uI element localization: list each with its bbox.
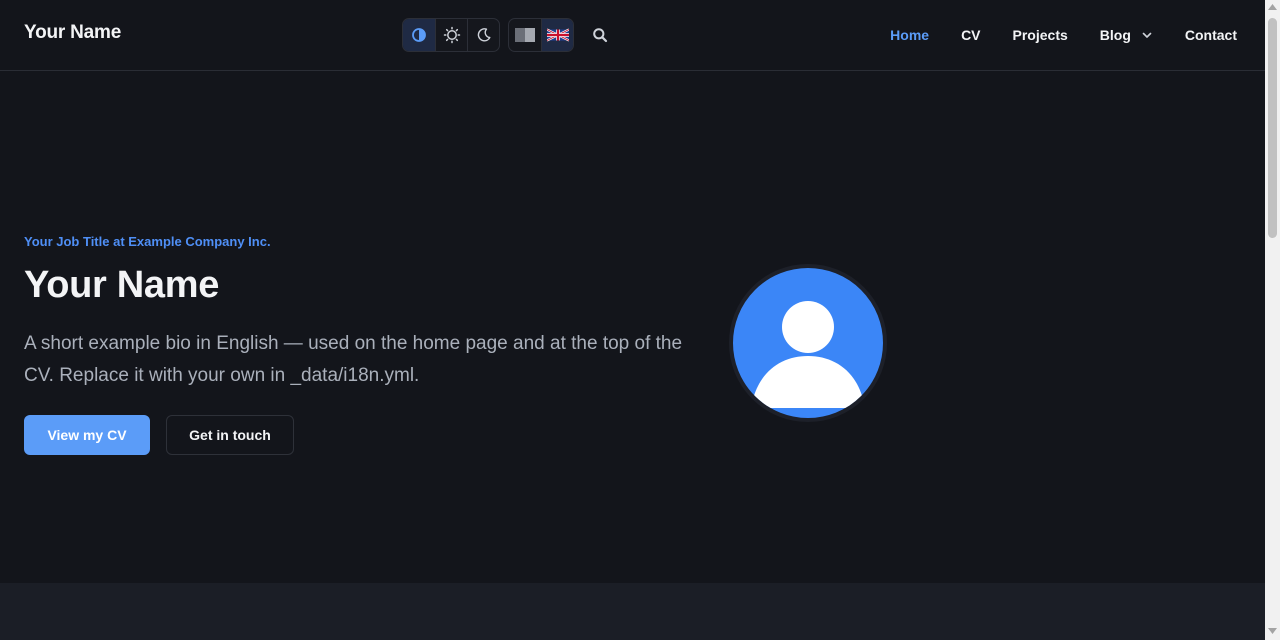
hero-job-title: Your Job Title at Example Company Inc.: [24, 234, 271, 249]
avatar: [729, 264, 887, 422]
language-neutral-button[interactable]: [509, 19, 541, 51]
contrast-icon: [412, 28, 426, 42]
moon-icon: [477, 28, 490, 42]
view-cv-button[interactable]: View my CV: [24, 415, 150, 455]
language-switcher: [508, 18, 574, 52]
brand-link[interactable]: Your Name: [24, 22, 121, 44]
get-in-touch-button[interactable]: Get in touch: [166, 415, 294, 455]
scroll-thumb[interactable]: [1268, 18, 1277, 238]
theme-dark-button[interactable]: [467, 19, 499, 51]
scroll-down-icon[interactable]: [1268, 628, 1277, 636]
language-english-button[interactable]: [541, 19, 573, 51]
nav-projects[interactable]: Projects: [1013, 27, 1068, 43]
chevron-down-icon: [1141, 29, 1153, 41]
uk-flag-icon: [546, 28, 569, 42]
scroll-up-icon[interactable]: [1268, 4, 1277, 12]
theme-light-button[interactable]: [435, 19, 467, 51]
hero-title: Your Name: [24, 264, 220, 306]
language-neutral-icon: [515, 28, 535, 42]
theme-auto-button[interactable]: [403, 19, 435, 51]
hero-bio: A short example bio in English — used on…: [24, 333, 683, 386]
user-avatar-icon: [751, 301, 865, 408]
next-section-band: [0, 583, 1265, 640]
nav-home[interactable]: Home: [890, 27, 929, 43]
nav-cv[interactable]: CV: [961, 27, 980, 43]
nav-blog-label: Blog: [1099, 27, 1131, 43]
site-header: Your Name Home CV Projects Blog Contact: [0, 0, 1265, 71]
sun-icon: [443, 26, 460, 44]
page-scrollbar[interactable]: [1265, 0, 1280, 640]
search-icon: [593, 28, 608, 43]
nav-blog[interactable]: Blog: [1100, 27, 1153, 43]
page: Your Name Home CV Projects Blog Contact …: [0, 0, 1265, 640]
main-nav: Home CV Projects Blog Contact: [858, 0, 1237, 70]
theme-switcher: [402, 18, 500, 52]
nav-contact[interactable]: Contact: [1185, 27, 1237, 43]
search-button[interactable]: [589, 24, 611, 46]
